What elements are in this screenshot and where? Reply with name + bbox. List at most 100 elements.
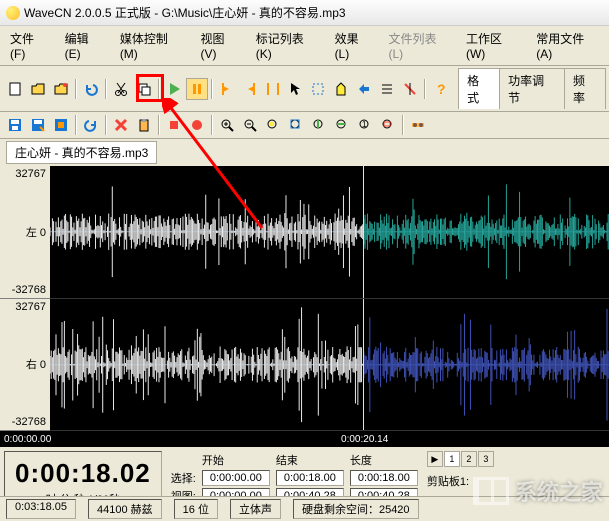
separator (211, 79, 213, 99)
window-title: WaveCN 2.0.0.5 正式版 - G:\Music\庄心妍 - 真的不容… (24, 4, 346, 21)
nav-slot-1[interactable]: 1 (444, 451, 460, 467)
clipboard-label: 剪贴板1: (427, 473, 494, 489)
save-selection-button[interactable] (50, 114, 72, 136)
svg-text:1: 1 (362, 120, 367, 129)
pause-button[interactable] (186, 78, 208, 100)
sel-end[interactable]: 0:00:18.00 (276, 470, 344, 486)
separator (158, 115, 160, 135)
row-sel-label: 选择: (168, 469, 199, 487)
new-file-button[interactable] (4, 78, 26, 100)
stop-button[interactable] (163, 114, 185, 136)
recent-file-button[interactable] (50, 78, 72, 100)
sel-start[interactable]: 0:00:00.00 (202, 470, 270, 486)
toolbar-row-1: ? 格式 功率调节 频率 (0, 66, 609, 112)
nav-play-icon[interactable]: ▶ (427, 451, 443, 467)
cursor-tool-button[interactable] (284, 78, 306, 100)
amp-max: 32767 (15, 301, 46, 313)
select-tool-button[interactable] (307, 78, 329, 100)
menu-filelist[interactable]: 文件列表(L) (383, 28, 456, 63)
side-tabs: 格式 功率调节 频率 (458, 68, 605, 109)
mark-clear-button[interactable] (399, 78, 421, 100)
zoom-region-button[interactable] (377, 114, 399, 136)
status-bitdepth: 16 位 (174, 499, 218, 519)
copy-button[interactable] (133, 78, 155, 100)
menu-media[interactable]: 媒体控制(M) (114, 28, 191, 63)
menu-view[interactable]: 视图(V) (195, 28, 246, 63)
amp-min: -32768 (12, 416, 46, 428)
sel-len[interactable]: 0:00:18.00 (350, 470, 418, 486)
file-tab-bar: 庄心妍 - 真的不容易.mp3 (0, 139, 609, 166)
waveform-left-channel[interactable] (50, 166, 609, 299)
playback-cursor (363, 166, 364, 298)
status-samplerate: 44100 赫兹 (88, 499, 162, 519)
playback-cursor (363, 299, 364, 431)
zoom-v-out-button[interactable] (331, 114, 353, 136)
toolbar-row-2: 1 (0, 112, 609, 139)
time-start: 0:00:00.00 (4, 434, 51, 445)
redo-button[interactable] (80, 114, 102, 136)
open-file-button[interactable] (27, 78, 49, 100)
amp-max: 32767 (15, 168, 46, 180)
title-bar: WaveCN 2.0.0.5 正式版 - G:\Music\庄心妍 - 真的不容… (0, 0, 609, 26)
save-as-button[interactable] (27, 114, 49, 136)
menu-marklist[interactable]: 标记列表(K) (250, 28, 325, 63)
channel-right-label: 右 0 (26, 356, 46, 372)
status-position: 0:03:18.05 (6, 499, 76, 519)
paste-button[interactable] (133, 114, 155, 136)
separator (211, 115, 213, 135)
waveform-canvas[interactable] (50, 166, 609, 431)
status-bar: 0:03:18.05 44100 赫兹 16 位 立体声 硬盘剩余空间：2542… (0, 496, 609, 521)
file-tab[interactable]: 庄心妍 - 真的不容易.mp3 (6, 141, 157, 164)
app-icon (6, 6, 20, 20)
waveform-right-channel[interactable] (50, 299, 609, 432)
status-diskspace: 硬盘剩余空间：25420 (293, 499, 419, 519)
nav-slot-3[interactable]: 3 (478, 451, 494, 467)
separator (402, 115, 404, 135)
tab-power[interactable]: 功率调节 (499, 68, 565, 109)
separator (158, 79, 160, 99)
tab-freq[interactable]: 频率 (564, 68, 606, 109)
separator (75, 115, 77, 135)
menu-workspace[interactable]: 工作区(W) (460, 28, 526, 63)
mark-nav-button[interactable] (353, 78, 375, 100)
cut-button[interactable] (110, 78, 132, 100)
zoom-sel-button[interactable] (262, 114, 284, 136)
separator (105, 115, 107, 135)
zoom-fit-button[interactable] (285, 114, 307, 136)
hdr-end: 结束 (273, 451, 347, 469)
svg-text:?: ? (437, 81, 446, 97)
channel-left-label: 左 0 (26, 224, 46, 240)
marker-start-button[interactable] (216, 78, 238, 100)
separator (75, 79, 77, 99)
nav-slot-2[interactable]: 2 (461, 451, 477, 467)
waveform-area: 32767 左 0 -32768 32767 右 0 -32768 (0, 166, 609, 447)
zoom-in-button[interactable] (216, 114, 238, 136)
hdr-start: 开始 (199, 451, 273, 469)
undo-button[interactable] (80, 78, 102, 100)
zoom-v-in-button[interactable] (308, 114, 330, 136)
mark-list-button[interactable] (376, 78, 398, 100)
hdr-len: 长度 (347, 451, 421, 469)
time-ruler[interactable]: 0:00:00.00 0:00:20.14 (0, 431, 609, 447)
record-button[interactable] (186, 114, 208, 136)
zoom-reset-button[interactable]: 1 (354, 114, 376, 136)
zoom-out-button[interactable] (239, 114, 261, 136)
tab-format[interactable]: 格式 (458, 68, 500, 109)
timecode-value: 0:00:18.02 (15, 458, 151, 489)
mark-add-button[interactable] (330, 78, 352, 100)
save-button[interactable] (4, 114, 26, 136)
settings-button[interactable] (407, 114, 429, 136)
menu-edit[interactable]: 编辑(E) (59, 28, 110, 63)
amplitude-labels: 32767 左 0 -32768 32767 右 0 -32768 (0, 166, 50, 431)
menu-effects[interactable]: 效果(L) (329, 28, 379, 63)
delete-button[interactable] (110, 114, 132, 136)
status-channels: 立体声 (230, 499, 281, 519)
marker-end-button[interactable] (239, 78, 261, 100)
time-cursor: 0:00:20.14 (341, 434, 388, 445)
help-button[interactable]: ? (429, 78, 451, 100)
menu-file[interactable]: 文件(F) (4, 28, 55, 63)
separator (105, 79, 107, 99)
marker-range-button[interactable] (262, 78, 284, 100)
play-button[interactable] (163, 78, 185, 100)
menu-common[interactable]: 常用文件(A) (530, 28, 605, 63)
